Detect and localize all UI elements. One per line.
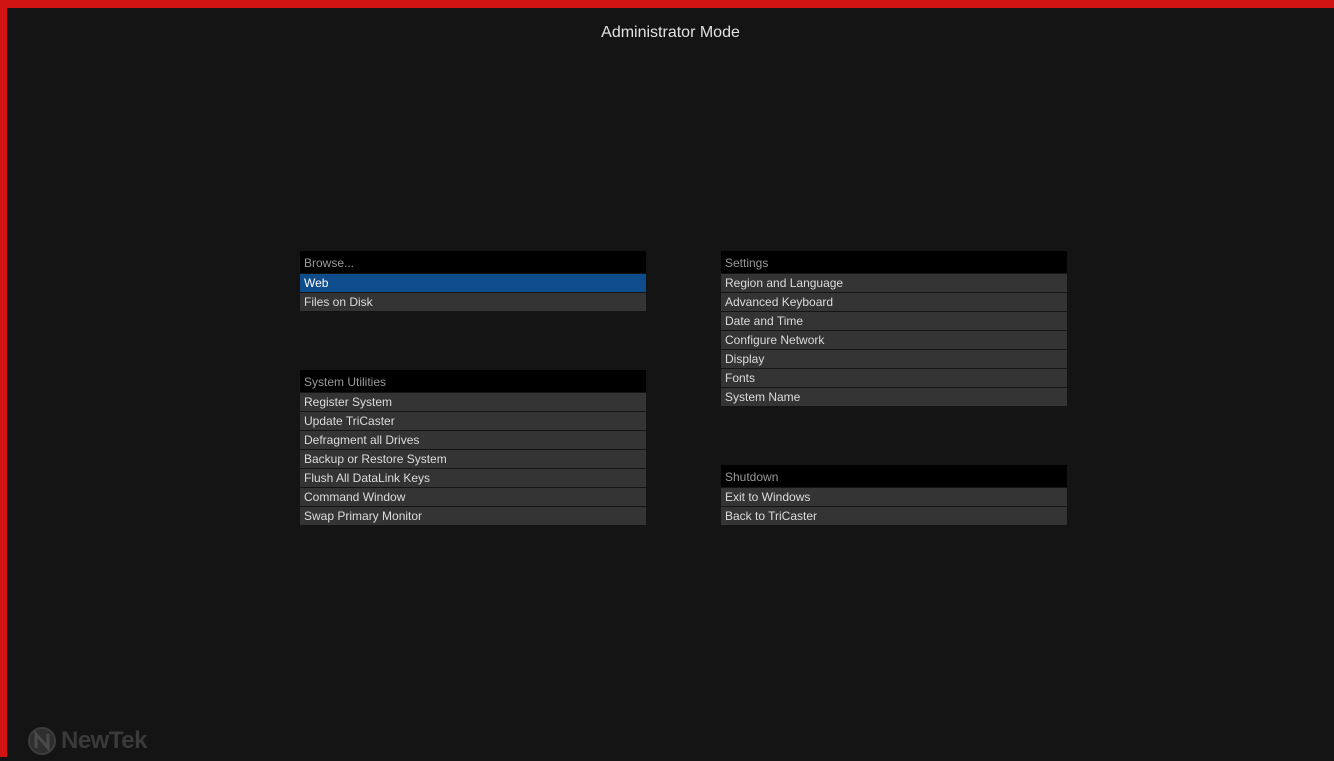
newtek-logo-icon [28,727,56,755]
browse-group: Browse... Web Files on Disk [300,251,646,311]
settings-item-configure-network[interactable]: Configure Network [721,331,1067,349]
browse-item-web[interactable]: Web [300,274,646,292]
settings-item-date-time[interactable]: Date and Time [721,312,1067,330]
shutdown-group: Shutdown Exit to Windows Back to TriCast… [721,465,1067,525]
newtek-logo: NewTek [27,721,147,761]
system-item-defragment-drives[interactable]: Defragment all Drives [300,431,646,449]
page-title: Administrator Mode [601,24,740,41]
system-item-backup-restore[interactable]: Backup or Restore System [300,450,646,468]
system-item-swap-primary-monitor[interactable]: Swap Primary Monitor [300,507,646,525]
system-utilities-header-label: System Utilities [304,375,387,389]
settings-item-advanced-keyboard[interactable]: Advanced Keyboard [721,293,1067,311]
browse-header-label: Browse... [304,256,355,270]
settings-header-label: Settings [725,256,769,270]
system-utilities-group: System Utilities Register System Update … [300,370,646,525]
system-item-command-window[interactable]: Command Window [300,488,646,506]
system-utilities-header: System Utilities [300,370,646,392]
newtek-logo-text: NewTek [61,727,147,754]
settings-item-display[interactable]: Display [721,350,1067,368]
settings-item-region-language[interactable]: Region and Language [721,274,1067,292]
settings-group: Settings Region and Language Advanced Ke… [721,251,1067,406]
settings-item-fonts[interactable]: Fonts [721,369,1067,387]
app-window: Administrator Mode Browse... Web Files o… [0,0,1334,757]
browse-item-files-on-disk[interactable]: Files on Disk [300,293,646,311]
system-item-register-system[interactable]: Register System [300,393,646,411]
shutdown-item-back-to-tricaster[interactable]: Back to TriCaster [721,507,1067,525]
system-item-flush-datalink-keys[interactable]: Flush All DataLink Keys [300,469,646,487]
system-item-update-tricaster[interactable]: Update TriCaster [300,412,646,430]
shutdown-header: Shutdown [721,465,1067,487]
shutdown-item-exit-to-windows[interactable]: Exit to Windows [721,488,1067,506]
settings-item-system-name[interactable]: System Name [721,388,1067,406]
shutdown-header-label: Shutdown [725,470,779,484]
browse-header: Browse... [300,251,646,273]
settings-header: Settings [721,251,1067,273]
